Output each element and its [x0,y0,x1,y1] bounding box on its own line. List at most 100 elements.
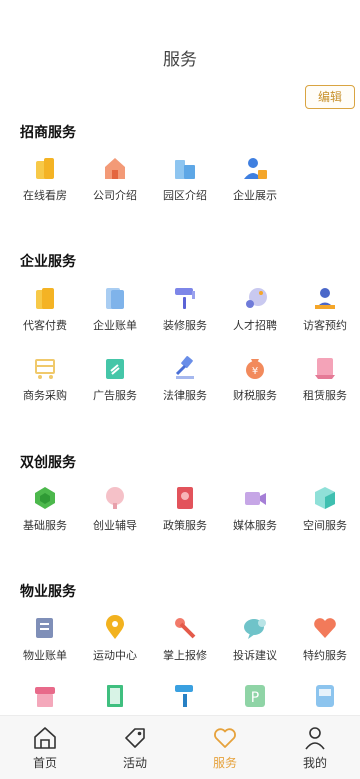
chat-bubble-icon [244,619,266,639]
service-item[interactable]: 广告服务 [80,355,150,415]
money-bag-icon: ¥ [246,359,264,379]
service-label: 公司介绍 [93,189,137,202]
ad-board-icon [106,359,124,379]
service-label: 代客付费 [23,319,67,332]
service-item[interactable]: 租赁服务 [290,355,360,415]
service-label: 企业展示 [233,189,277,202]
ledger-icon [36,618,53,638]
service-item[interactable]: 空间服务 [290,485,360,545]
property-row-1: 物业账单 运动中心 掌上报修 投诉建议 特约服务 [10,615,360,675]
service-label: 物业账单 [23,649,67,662]
service-label: 访客预约 [303,319,347,332]
service-item[interactable]: 人才招聘 [220,285,290,345]
service-label: 运动中心 [93,649,137,662]
user-icon [305,727,325,750]
house-icon [105,158,125,179]
section-title-recruitment: 招商服务 [20,125,76,141]
wallet-icon [36,288,54,309]
service-item[interactable]: 公司介绍 [80,155,150,215]
recruitment-row: 在线看房 公司介绍 园区介绍 企业展示 [10,155,360,215]
roller-icon [175,685,193,707]
building-icon [36,158,54,179]
tab-label: 服务 [212,756,237,770]
service-label: 人才招聘 [233,319,277,332]
service-label: 租赁服务 [303,389,347,402]
service-item[interactable]: 投诉建议 [220,615,290,675]
service-label: 广告服务 [93,389,137,402]
service-item[interactable]: 商务采购 [10,355,80,415]
service-item[interactable]: 装修服务 [150,285,220,345]
top-bar: 服务 [0,0,360,80]
tab-label: 首页 [32,756,57,770]
service-label: 基础服务 [23,519,67,532]
service-item[interactable]: 企业账单 [80,285,150,345]
office-buildings-icon [175,160,195,179]
service-label: 政策服务 [163,519,207,532]
svg-text:P: P [251,690,259,706]
section-title-enterprise: 企业服务 [20,254,76,270]
service-item[interactable]: 掌上报修 [150,615,220,675]
door-icon [107,685,123,707]
heart-outline-icon [214,728,236,748]
service-item[interactable]: 园区介绍 [150,155,220,215]
service-item[interactable]: 企业展示 [220,155,290,215]
paint-roller-icon [175,288,195,309]
service-item[interactable]: 基础服务 [10,485,80,545]
enterprise-row-1: 代客付费 企业账单 装修服务 人才招聘 访客预约 [10,285,360,345]
service-item[interactable]: 政策服务 [150,485,220,545]
service-item[interactable]: 特约服务 [290,615,360,675]
tab-home[interactable]: 首页 [0,716,90,779]
cube-icon [315,487,335,509]
svg-text:¥: ¥ [252,366,258,377]
service-label: 法律服务 [163,389,207,402]
service-item[interactable]: 访客预约 [290,285,360,345]
location-pin-icon [106,615,124,639]
section-title-property: 物业服务 [20,584,76,600]
person-id-icon [244,158,267,179]
policy-book-icon [177,487,193,509]
inbox-icon [35,687,55,707]
service-label: 园区介绍 [163,189,207,202]
tab-service[interactable]: 服务 [180,716,270,779]
edit-button[interactable]: 编辑 [305,85,355,109]
service-label: 特约服务 [303,649,347,662]
video-camera-icon [245,492,266,505]
service-item[interactable]: 代客付费 [10,285,80,345]
bottom-tab-bar: 首页 活动 服务 我的 [0,715,360,779]
service-label: 创业辅导 [93,519,137,532]
service-label: 财税服务 [233,389,277,402]
visitor-icon [315,288,335,309]
service-item[interactable]: ¥ 财税服务 [220,355,290,415]
service-item[interactable]: 创业辅导 [80,485,150,545]
gavel-icon [175,356,194,379]
service-item[interactable]: 法律服务 [150,355,220,415]
bill-icon [106,288,124,309]
service-item[interactable]: 媒体服务 [220,485,290,545]
tab-mine[interactable]: 我的 [270,716,360,779]
bus-icon [316,685,334,707]
lease-tag-icon [315,358,335,379]
parking-icon: P [245,685,265,707]
service-item[interactable]: 运动中心 [80,615,150,675]
cart-icon [35,359,55,379]
service-item[interactable]: 物业账单 [10,615,80,675]
tab-label: 我的 [302,756,327,770]
service-label: 企业账单 [93,319,137,332]
wrench-icon [175,618,196,639]
tab-activity[interactable]: 活动 [90,716,180,779]
heart-icon [314,618,336,638]
page-title: 服务 [163,50,197,70]
tag-icon [125,728,145,748]
mentor-icon [106,487,124,509]
service-label: 掌上报修 [163,649,207,662]
search-person-icon [246,288,267,308]
enterprise-row-2: 商务采购 广告服务 法律服务 ¥ 财税服务 租赁服务 [10,355,360,415]
hexagon-icon [35,487,55,509]
service-item[interactable]: 在线看房 [10,155,80,215]
service-label: 媒体服务 [233,519,277,532]
service-label: 空间服务 [303,519,347,532]
tab-label: 活动 [122,756,147,770]
service-label: 投诉建议 [233,649,277,662]
service-label: 在线看房 [23,189,67,202]
service-label: 商务采购 [23,389,67,402]
